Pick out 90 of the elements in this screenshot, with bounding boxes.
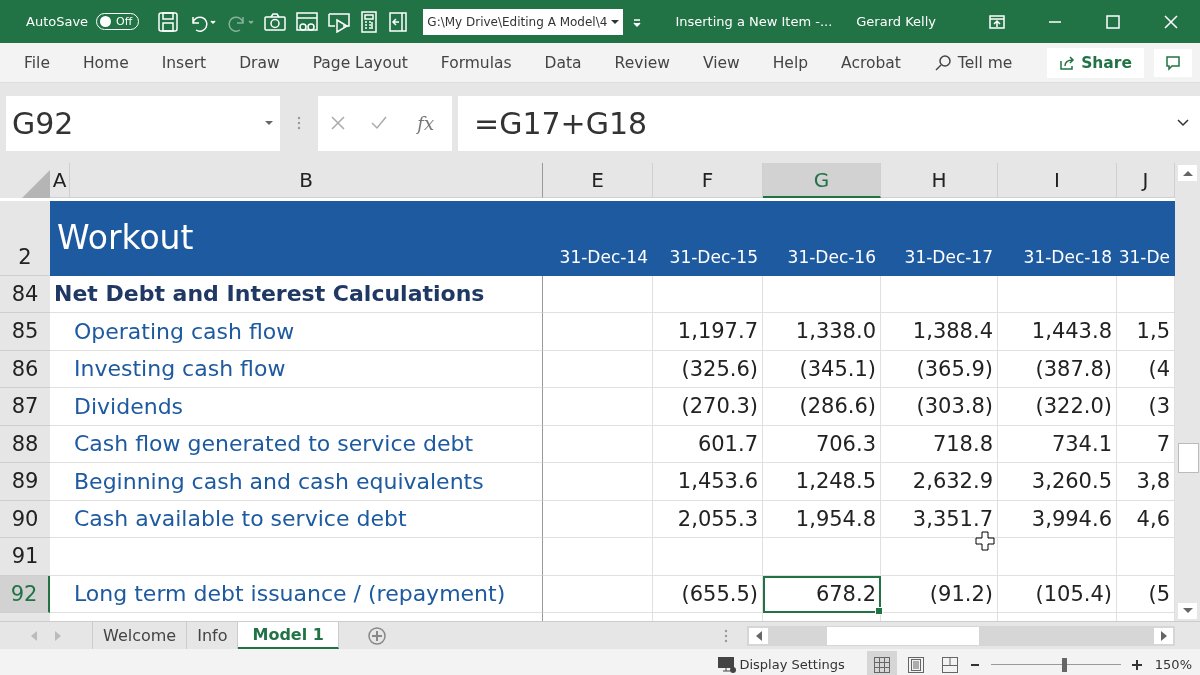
row-header[interactable]: 88 [0,425,50,463]
autosave-label: AutoSave [26,14,89,29]
table-cell: 706.3 [763,425,881,463]
row-label: Investing cash flow [50,350,543,388]
row-header[interactable]: 85 [0,313,50,351]
ribbon-tab[interactable]: Acrobat [841,53,918,72]
table-cell: 1,443.8 [998,313,1117,351]
formula-field[interactable]: =G17+G18 [458,95,1200,151]
row-header[interactable]: 92 [0,575,50,613]
table-cell: 31-Dec-14 [543,200,653,276]
table-cell: 3,8 [1117,463,1175,501]
row-label: Beginning cash and cash equivalents [50,463,543,501]
table-cell: 1,248.5 [763,463,881,501]
row-label: Cash flow generated to service debt [50,425,543,463]
table-cell: 1,954.8 [763,500,881,538]
table-cell: (286.6) [763,388,881,426]
zoom-level[interactable]: 150% [1154,657,1192,672]
table-cell: 2,055.3 [653,500,763,538]
row-header[interactable]: 86 [0,350,50,388]
table-cell: 31-Dec-15 [653,200,763,276]
row-header[interactable]: 90 [0,500,50,538]
table-cell: (655.5) [653,575,763,613]
table-cell: 1,388.4 [881,313,998,351]
row-label: Dividends [50,388,543,426]
table-cell: 31-Dec-16 [763,200,881,276]
user-name[interactable]: Gerard Kelly [856,14,936,29]
insert-function-button[interactable]: fx [411,111,441,135]
table-cell: 1,197.7 [653,313,763,351]
file-path-field[interactable]: G:\My Drive\Editing A Model\4 [423,8,624,35]
table-cell: 1,453.6 [653,463,763,501]
table-cell: 601.7 [653,425,763,463]
table-cell: 4,6 [1117,500,1175,538]
row-label: Cash available to service debt [50,500,543,538]
table-cell: (3 [1117,388,1175,426]
table-cell: (105.4) [998,575,1117,613]
table-cell: (5 [1117,575,1175,613]
sheet-tab[interactable]: Model 1 [238,622,339,649]
column-header[interactable]: J [1117,163,1175,198]
column-header[interactable]: F [653,163,763,198]
column-header[interactable]: G [763,163,881,198]
column-header[interactable]: A [50,163,70,198]
ribbon-tab[interactable]: Insert [161,53,224,72]
table-cell: 3,260.5 [998,463,1117,501]
sheet-title: Workout [50,200,543,276]
display-settings-button[interactable]: Display Settings [717,655,845,674]
table-cell: (303.8) [881,388,998,426]
ribbon-tab[interactable]: Review [614,53,687,72]
document-title: Inserting a New Item -... [675,14,833,29]
table-cell: 1,5 [1117,313,1175,351]
ribbon-tab[interactable]: Help [772,53,826,72]
row-header[interactable]: 87 [0,388,50,426]
table-cell: (91.2) [881,575,998,613]
row-header[interactable]: 89 [0,463,50,501]
table-cell: 718.8 [881,425,998,463]
table-cell: 2,632.9 [881,463,998,501]
table-cell: (365.9) [881,350,998,388]
table-cell: (270.3) [653,388,763,426]
table-cell: 7 [1117,425,1175,463]
name-box[interactable]: G92 [6,95,280,151]
table-cell: (387.8) [998,350,1117,388]
table-cell: 31-Dec-18 [998,200,1117,276]
ribbon-tab[interactable]: Home [82,53,146,72]
ribbon-tab[interactable]: Formulas [440,53,529,72]
column-header[interactable]: E [543,163,653,198]
row-label: Long term debt issuance / (repayment) [50,575,543,613]
share-button[interactable]: Share [1047,47,1144,78]
table-cell: (325.6) [653,350,763,388]
table-cell: (322.0) [998,388,1117,426]
ribbon-tab[interactable]: View [702,53,757,72]
tell-me-search[interactable]: Tell me [933,53,1013,72]
row-header[interactable]: 91 [0,538,50,576]
column-header[interactable]: I [998,163,1117,198]
table-cell: 31-De [1117,200,1175,276]
table-cell: 1,338.0 [763,313,881,351]
table-cell: 734.1 [998,425,1117,463]
column-header[interactable]: B [70,163,543,198]
table-cell: 3,994.6 [998,500,1117,538]
table-cell: 31-Dec-17 [881,200,998,276]
column-header[interactable]: H [881,163,998,198]
row-header[interactable]: 84 [0,275,50,313]
section-heading: Net Debt and Interest Calculations [50,275,543,313]
ribbon-tab[interactable]: Page Layout [312,53,425,72]
table-cell: 678.2 [763,575,881,613]
row-label: Operating cash flow [50,313,543,351]
ribbon-tab[interactable]: Data [544,53,599,72]
row-header[interactable]: 2 [0,200,50,276]
ribbon-tab[interactable]: Draw [239,53,297,72]
table-cell: (345.1) [763,350,881,388]
table-cell: (4 [1117,350,1175,388]
ribbon-tab[interactable]: File [24,53,67,72]
